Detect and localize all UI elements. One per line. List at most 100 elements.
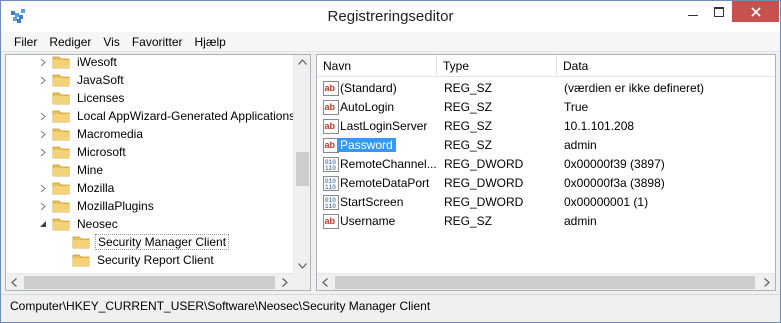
tree-item[interactable]: Neosec — [38, 215, 120, 233]
maximize-button[interactable] — [706, 1, 732, 22]
tree-item[interactable]: Local AppWizard-Generated Applications — [38, 107, 297, 125]
tree-item[interactable]: Macromedia — [38, 125, 145, 143]
value-data: 0x00000f39 (3897) — [564, 157, 665, 171]
scroll-down-arrow-icon[interactable] — [298, 263, 307, 269]
scroll-left-arrow-icon[interactable] — [322, 278, 328, 287]
close-icon — [750, 6, 761, 17]
list-row[interactable]: ab (Standard) REG_SZ (værdien er ikke defin… — [317, 79, 757, 98]
value-name-cell: Password — [337, 136, 437, 155]
registry-key-tree[interactable]: iWesoft JavaSoft Licenses Local AppWizard-G… — [5, 54, 311, 291]
svg-text:ab: ab — [325, 102, 336, 112]
tree-item[interactable]: Security Report Client — [58, 251, 216, 269]
tree-vertical-scrollbar[interactable] — [293, 55, 310, 273]
folder-icon — [52, 91, 70, 105]
tree-item-label: Security Manager Client — [95, 234, 230, 250]
tree-item-label: Mine — [77, 163, 104, 177]
menu-bar: Filer Rediger Vis Favoritter Hjælp — [1, 32, 780, 52]
value-type: REG_DWORD — [444, 195, 524, 209]
window-title: Registreringseditor — [327, 8, 454, 25]
value-name: Username — [340, 214, 396, 228]
list-horizontal-scrollbar[interactable] — [317, 273, 775, 290]
value-name-cell: RemoteChannel... — [337, 155, 437, 174]
tree-item-label: Security Report Client — [97, 253, 214, 267]
registry-editor-window: Registreringseditor Filer Rediger Vis Fa… — [0, 0, 781, 323]
minimize-button[interactable] — [680, 1, 706, 22]
collapsed-arrow-icon[interactable] — [38, 107, 48, 125]
tree-vertical-scroll-thumb[interactable] — [296, 152, 309, 186]
svg-text:110: 110 — [325, 165, 336, 172]
menu-favorites[interactable]: Favoritter — [126, 35, 189, 49]
column-header-data[interactable]: Data — [557, 55, 775, 77]
folder-icon — [52, 55, 70, 69]
registry-values-list[interactable]: Navn Type Data ab (Standard) REG_SZ (værdie… — [316, 54, 776, 291]
svg-text:110: 110 — [325, 184, 336, 191]
list-row[interactable]: ab Username REG_SZ admin — [317, 212, 757, 231]
tree-item-label: Neosec — [77, 217, 118, 231]
value-name-cell: RemoteDataPort — [337, 174, 437, 193]
tree-item[interactable]: JavaSoft — [38, 71, 126, 89]
minimize-icon — [688, 14, 698, 16]
value-data: 10.1.101.208 — [564, 119, 635, 133]
folder-icon — [72, 235, 90, 249]
value-data: 0x00000f3a (3898) — [564, 176, 665, 190]
tree-item-label: MozillaPlugins — [77, 199, 154, 213]
tree-item-label: Macromedia — [77, 127, 144, 141]
menu-view[interactable]: Vis — [97, 35, 125, 49]
list-row[interactable]: 010 110 RemoteDataPort REG_DWORD 0x00000f3a … — [317, 174, 757, 193]
collapsed-arrow-icon[interactable] — [38, 197, 48, 215]
list-row[interactable]: 010 110 StartScreen REG_DWORD 0x00000001 (1) — [317, 193, 757, 212]
menu-help[interactable]: Hjælp — [189, 35, 232, 49]
folder-icon — [52, 145, 70, 159]
scroll-right-arrow-icon[interactable] — [764, 278, 770, 287]
collapsed-arrow-icon[interactable] — [38, 143, 48, 161]
scrollbar-corner — [293, 273, 310, 290]
list-horizontal-scroll-thumb[interactable] — [335, 276, 755, 289]
tree-item-label: Local AppWizard-Generated Applications — [77, 109, 296, 123]
svg-text:110: 110 — [325, 203, 336, 210]
title-bar[interactable]: Registreringseditor — [1, 1, 780, 32]
tree-item[interactable]: Mozilla — [38, 179, 116, 197]
value-name: (Standard) — [340, 81, 397, 95]
tree-horizontal-scroll-thumb[interactable] — [24, 276, 275, 289]
list-row[interactable]: ab LastLoginServer REG_SZ 10.1.101.208 — [317, 117, 757, 136]
value-name-cell: Username — [337, 212, 437, 231]
tree-item-label: Microsoft — [77, 145, 126, 159]
close-button[interactable] — [732, 1, 779, 22]
column-header-type[interactable]: Type — [437, 55, 557, 77]
list-header: Navn Type Data — [317, 55, 775, 77]
status-bar-path: Computer\HKEY_CURRENT_USER\Software\Neos… — [1, 294, 780, 322]
collapsed-arrow-icon[interactable] — [38, 55, 48, 71]
column-header-name[interactable]: Navn — [317, 55, 437, 77]
tree-item[interactable]: MozillaPlugins — [38, 197, 156, 215]
folder-icon — [52, 127, 70, 141]
tree-item-label: Mozilla — [77, 181, 115, 195]
value-type: REG_SZ — [444, 100, 493, 114]
value-name-cell: (Standard) — [337, 79, 437, 98]
menu-file[interactable]: Filer — [8, 35, 43, 49]
tree-item[interactable]: Security Manager Client — [58, 233, 230, 251]
list-row[interactable]: ab Password REG_SZ admin — [317, 136, 757, 155]
value-data: 0x00000001 (1) — [564, 195, 649, 209]
scroll-up-arrow-icon[interactable] — [298, 59, 307, 65]
collapsed-arrow-icon[interactable] — [38, 71, 48, 89]
maximize-icon — [714, 6, 724, 17]
value-name: RemoteChannel... — [340, 157, 437, 171]
tree-horizontal-scrollbar[interactable] — [6, 273, 293, 290]
tree-item[interactable]: Licenses — [38, 89, 126, 107]
tree-item[interactable]: iWesoft — [38, 55, 119, 71]
tree-item[interactable]: Mine — [38, 161, 105, 179]
expanded-arrow-icon[interactable] — [38, 215, 48, 233]
folder-icon — [52, 73, 70, 87]
collapsed-arrow-icon[interactable] — [38, 179, 48, 197]
scroll-right-arrow-icon[interactable] — [282, 278, 288, 287]
menu-edit[interactable]: Rediger — [43, 35, 97, 49]
collapsed-arrow-icon[interactable] — [38, 125, 48, 143]
tree-item[interactable]: Microsoft — [38, 143, 128, 161]
scroll-left-arrow-icon[interactable] — [11, 278, 17, 287]
value-name-cell: AutoLogin — [337, 98, 437, 117]
list-row[interactable]: ab AutoLogin REG_SZ True — [317, 98, 757, 117]
list-row[interactable]: 010 110 RemoteChannel... REG_DWORD 0x00000f3… — [317, 155, 757, 174]
svg-text:ab: ab — [325, 140, 336, 150]
